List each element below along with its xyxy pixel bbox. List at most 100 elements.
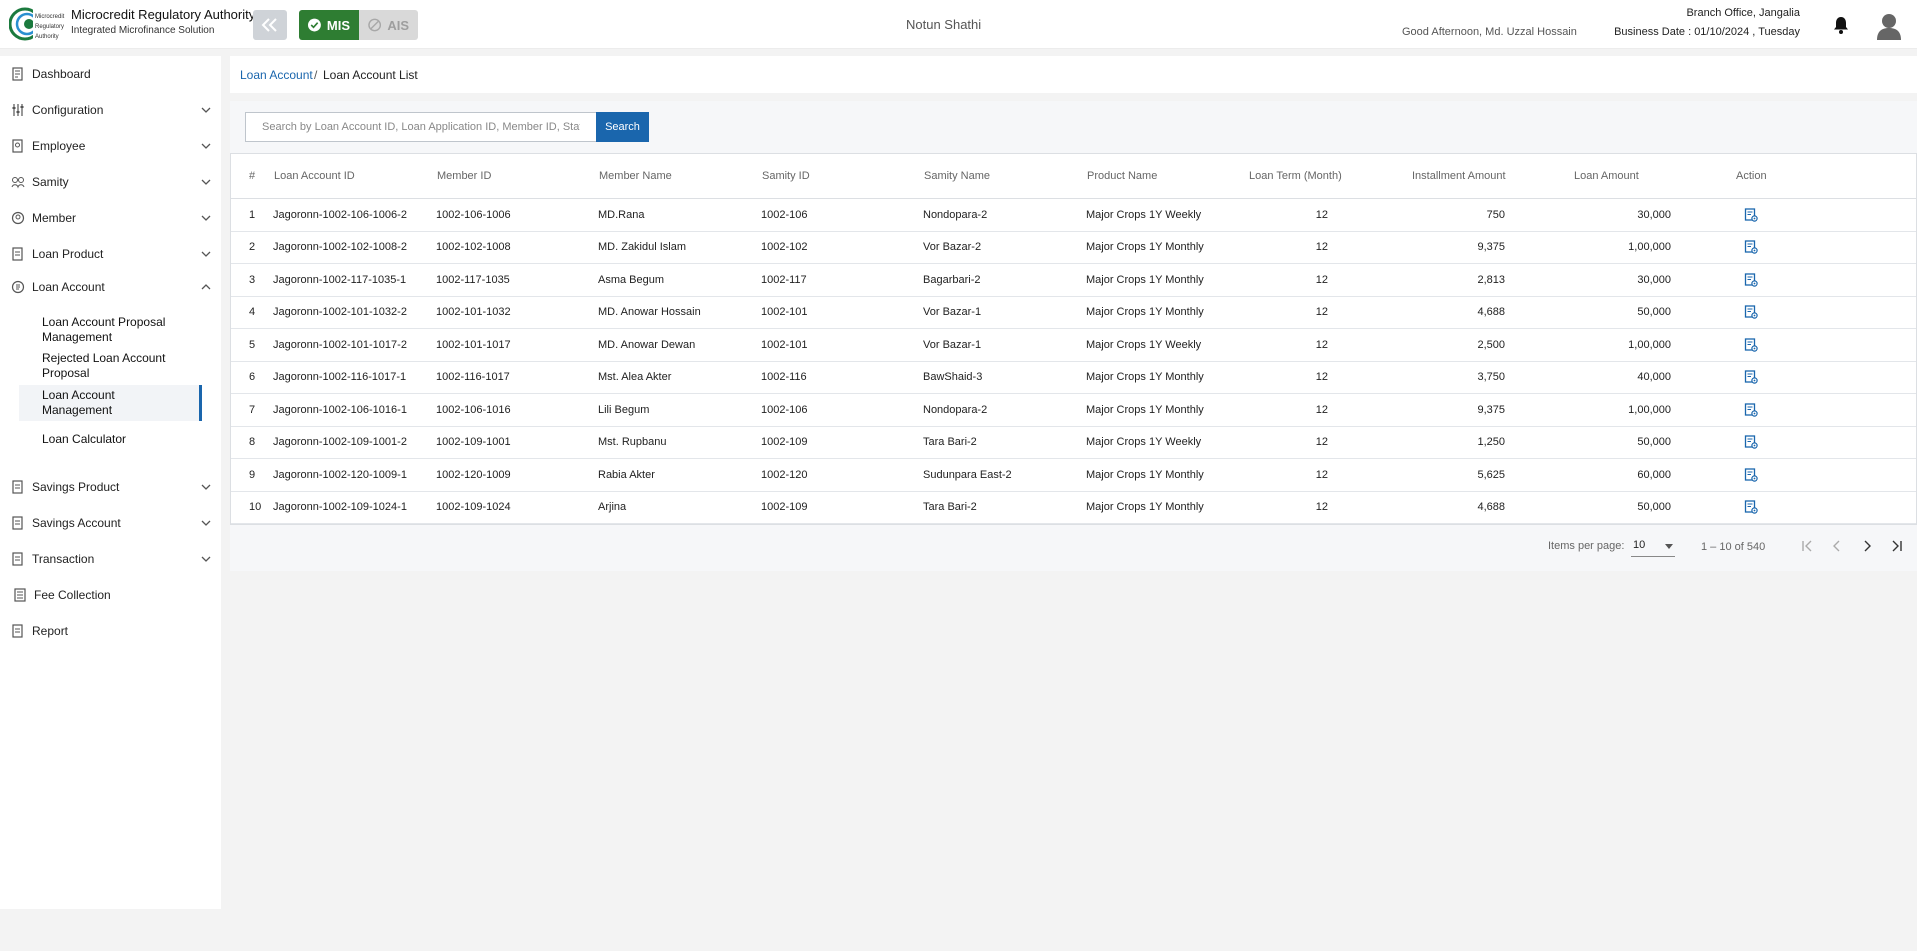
chevron-up-icon [201,284,211,290]
table-row: 9 Jagoronn-1002-120-1009-1 1002-120-1009 Ra… [231,459,1916,492]
items-per-page-select[interactable]: 10 [1631,535,1675,557]
sidebar-subitem-loan-calculator[interactable]: Loan Calculator [19,431,202,449]
sidebar-subitem-rejected-proposal[interactable]: Rejected Loan Account Proposal [19,351,202,382]
action-cell [1744,362,1758,394]
view-details-icon[interactable] [1744,338,1758,352]
collapse-sidebar-button[interactable] [253,10,287,40]
member-name: MD. Anowar Dewan [598,338,696,351]
installment-amount: 4,688 [1477,501,1505,514]
sidebar-item-label: Samity [32,175,69,189]
table-row: 10 Jagoronn-1002-109-1024-1 1002-109-1024 A… [231,492,1916,524]
sidebar-item-dashboard[interactable]: Dashboard [0,59,221,89]
view-details-icon[interactable] [1744,403,1758,417]
action-cell [1744,329,1758,361]
loan-account-id: Jagoronn-1002-109-1024-1 [273,501,407,514]
row-index: 5 [249,338,256,351]
sidebar-item-configuration[interactable]: Configuration [0,95,221,125]
first-page-button[interactable] [1796,535,1818,557]
view-details-icon[interactable] [1744,468,1758,482]
loan-product-icon [12,247,23,261]
member-id: 1002-116-1017 [436,371,510,384]
installment-amount: 4,688 [1477,306,1505,319]
sidebar-item-samity[interactable]: Samity [0,167,221,197]
samity-id: 1002-102 [761,241,808,254]
breadcrumb-current: Loan Account List [323,68,418,82]
view-details-icon[interactable] [1744,273,1758,287]
samity-name: Sudunpara East-2 [923,468,1012,481]
product-name: Major Crops 1Y Monthly [1086,403,1204,416]
loan-account-id: Jagoronn-1002-101-1017-2 [273,338,407,351]
sidebar-item-label: Report [32,624,69,638]
notification-bell-icon[interactable] [1832,15,1850,35]
sidebar-item-fee-collection[interactable]: Fee Collection [0,580,221,610]
sidebar-item-label: Fee Collection [34,588,111,602]
sidebar-item-savings-product[interactable]: Savings Product [0,472,221,502]
installment-amount: 9,375 [1477,241,1505,254]
row-index: 7 [249,403,256,416]
product-name: Major Crops 1Y Weekly [1086,208,1202,221]
table-row: 1 Jagoronn-1002-106-1006-2 1002-106-1006 MD… [231,199,1916,232]
column-header: Samity ID [762,170,810,182]
column-header: # [249,170,256,182]
column-header: Action [1736,170,1767,182]
view-details-icon[interactable] [1744,305,1758,319]
member-name: MD. Zakidul Islam [598,241,687,254]
sidebar-item-member[interactable]: Member [0,203,221,233]
sidebar-item-report[interactable]: Report [0,616,221,646]
action-cell [1744,492,1758,524]
action-cell [1744,297,1758,329]
breadcrumb-separator: / [314,68,318,82]
branch-name: Branch Office, Jangalia [1686,7,1800,19]
search-button[interactable]: Search [596,112,649,142]
last-page-button[interactable] [1886,535,1908,557]
samity-name: Vor Bazar-1 [923,338,982,351]
sub-item-line1: Loan Account [42,388,115,402]
column-header: Samity Name [924,170,991,182]
sidebar-item-employee[interactable]: Employee [0,131,221,161]
row-index: 4 [249,306,256,319]
chevron-down-icon [201,179,211,185]
product-name: Major Crops 1Y Weekly [1086,436,1202,449]
sub-item-line2: Proposal [42,366,90,380]
breadcrumb-link-loan-account[interactable]: Loan Account [240,68,313,82]
samity-name: Nondopara-2 [923,208,988,221]
loan-amount: 50,000 [1637,436,1671,449]
action-cell [1744,394,1758,426]
samity-name: BawShaid-3 [923,371,983,384]
next-page-button[interactable] [1856,535,1878,557]
samity-id: 1002-117 [761,273,807,286]
items-per-page-value: 10 [1633,539,1646,551]
sidebar-item-label: Member [32,211,77,225]
loan-account-list-panel: Search # Loan Account ID Member ID Membe… [230,101,1917,571]
sidebar-item-savings-account[interactable]: Savings Account [0,508,221,538]
row-index: 2 [249,241,256,254]
view-details-icon[interactable] [1744,500,1758,514]
member-id: 1002-102-1008 [436,241,511,254]
items-per-page-label: Items per page: [1548,540,1625,552]
mis-mode-button[interactable]: MIS [299,10,359,40]
member-id: 1002-101-1017 [436,338,511,351]
installment-amount: 3,750 [1477,371,1505,384]
sub-item-line2: Management [42,330,113,344]
previous-page-button[interactable] [1826,535,1848,557]
sidebar-item-transaction[interactable]: Transaction [0,544,221,574]
view-details-icon[interactable] [1744,370,1758,384]
user-avatar-icon[interactable] [1876,12,1902,40]
sidebar-item-label: Loan Product [32,247,104,261]
column-header: Member ID [437,170,492,182]
view-details-icon[interactable] [1744,435,1758,449]
search-input[interactable] [245,112,597,142]
view-details-icon[interactable] [1744,208,1758,222]
sidebar-item-loan-account[interactable]: Loan Account [0,272,221,302]
sub-item-line2: Management [42,403,113,417]
first-page-icon [1802,540,1812,552]
sidebar-subitem-loan-proposal-management[interactable]: Loan Account Proposal Management [19,315,202,346]
top-header: Microcredit Regulatory Authority Microcr… [0,0,1917,49]
ais-mode-button[interactable]: AIS [359,10,418,40]
action-cell [1744,264,1758,296]
product-name: Major Crops 1Y Monthly [1086,501,1204,514]
brand-subtitle: Integrated Microfinance Solution [71,25,215,36]
sidebar-item-loan-product[interactable]: Loan Product [0,239,221,269]
sidebar-subitem-loan-account-management[interactable]: Loan Account Management [19,385,202,421]
view-details-icon[interactable] [1744,240,1758,254]
